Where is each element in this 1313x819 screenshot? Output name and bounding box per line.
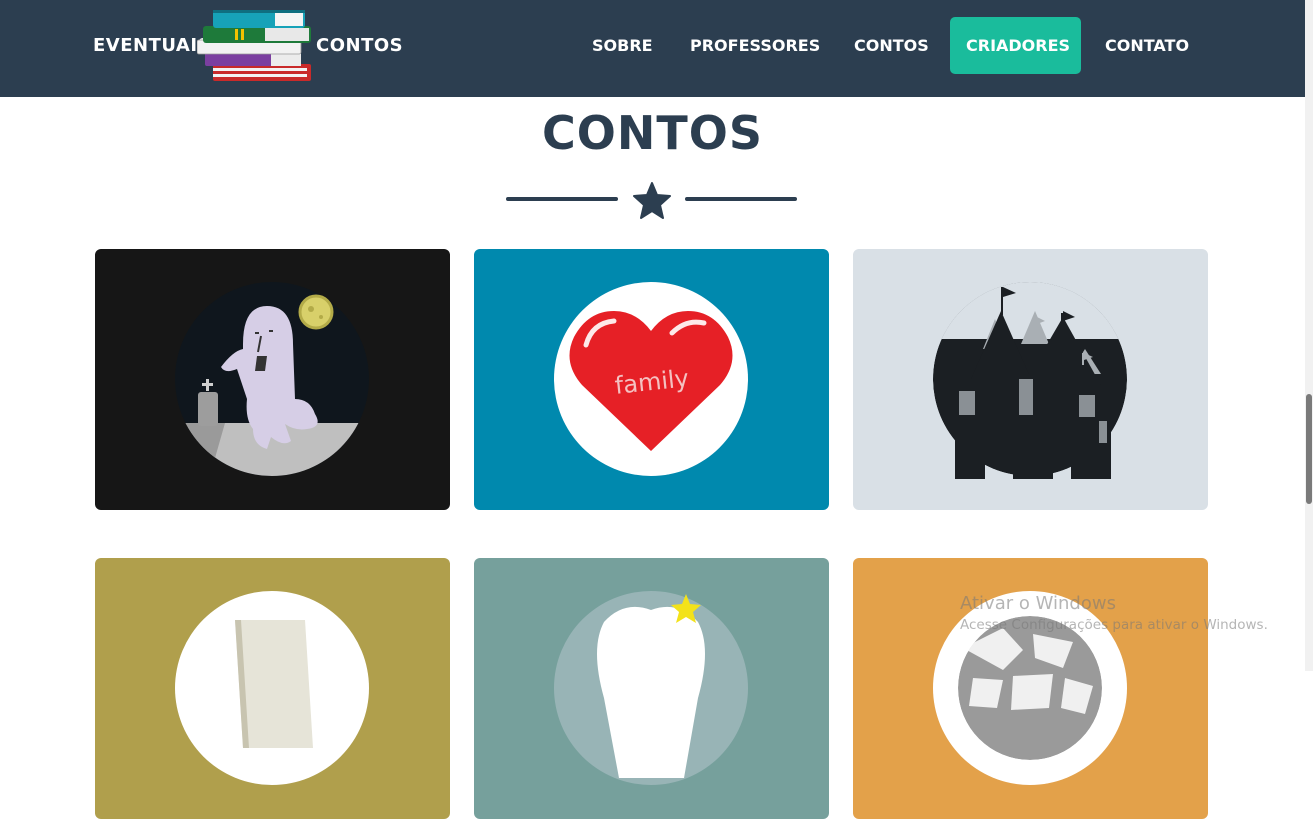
vertical-scrollbar[interactable]: [1305, 0, 1313, 671]
paper-sheet-icon: [175, 591, 369, 785]
family-heart-icon: family: [554, 282, 748, 476]
story-card-ghost[interactable]: [95, 249, 450, 510]
navbar: EVENTUAIS CONTOS SOBRE PROFESSORES CONTO…: [0, 0, 1305, 97]
story-card-family[interactable]: family: [474, 249, 829, 510]
divider-line-right: [685, 197, 797, 201]
castle-icon: [933, 282, 1127, 479]
watermark-subtitle: Acesse Configurações para ativar o Windo…: [960, 617, 1268, 633]
section-title: CONTOS: [542, 106, 763, 160]
story-card-tooth[interactable]: [474, 558, 829, 819]
nav-item-contos[interactable]: CONTOS: [838, 17, 945, 74]
nav-item-criadores[interactable]: CRIADORES: [950, 17, 1081, 74]
books-stack-icon: [197, 10, 311, 81]
nav-item-sobre[interactable]: SOBRE: [576, 17, 669, 74]
watermark-title: Ativar o Windows: [960, 593, 1116, 614]
divider-line-left: [506, 197, 618, 201]
tooth-star-icon: [554, 591, 748, 785]
nav-item-contato[interactable]: CONTATO: [1089, 17, 1205, 74]
nav-item-professores[interactable]: PROFESSORES: [674, 17, 836, 74]
brand-text-left: EVENTUAIS: [93, 35, 212, 56]
ghost-graveyard-icon: [175, 282, 369, 476]
star-icon: [633, 182, 671, 219]
scrollbar-thumb[interactable]: [1306, 394, 1312, 504]
story-card-paper[interactable]: [95, 558, 450, 819]
windows-activation-watermark: Ativar o Windows Acesse Configurações pa…: [960, 593, 1268, 633]
brand-text-right: CONTOS: [316, 35, 404, 56]
story-card-castle[interactable]: [853, 249, 1208, 510]
